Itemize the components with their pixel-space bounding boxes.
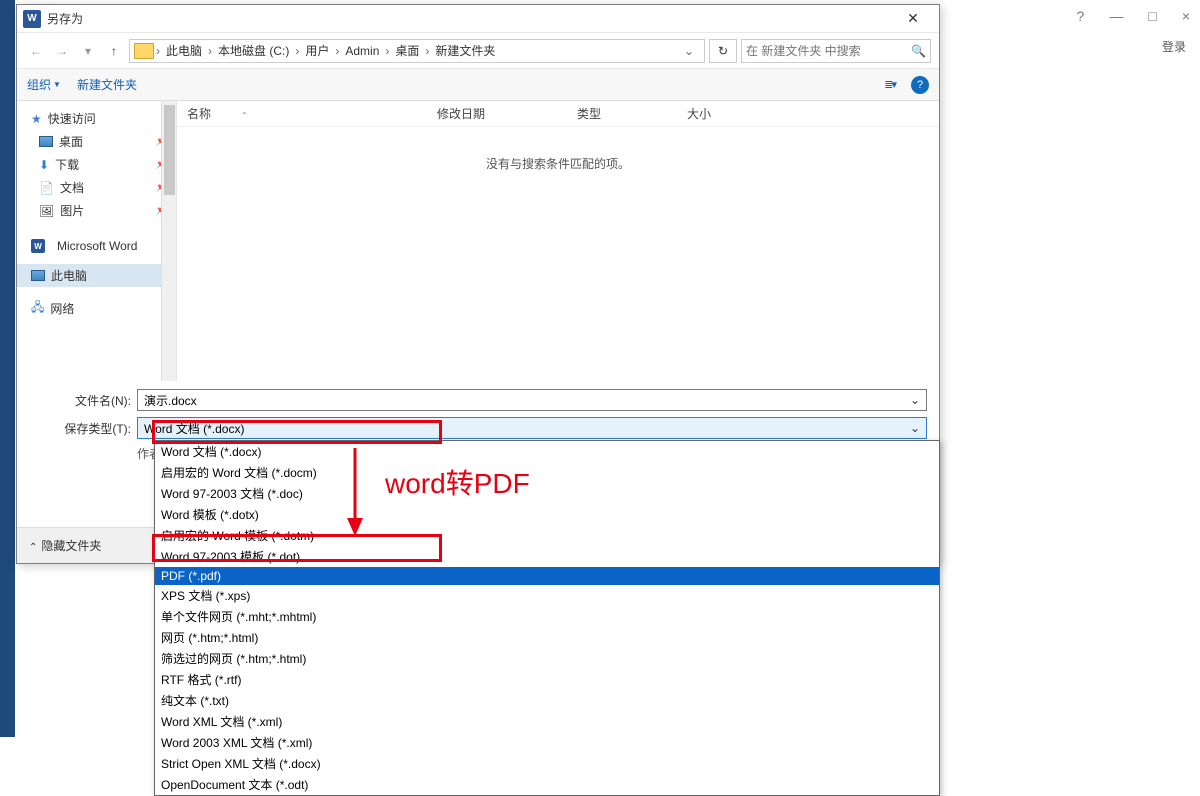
dialog-titlebar: W 另存为 ✕ [17,5,939,33]
filetype-option[interactable]: Word 2003 XML 文档 (*.xml) [155,732,939,753]
nav-recent-button[interactable]: ▾ [77,40,99,62]
col-date[interactable]: 修改日期 [437,105,577,122]
refresh-button[interactable]: ↻ [709,39,737,63]
document-icon: 📄 [39,181,54,195]
filetype-option[interactable]: RTF 格式 (*.rtf) [155,669,939,690]
new-folder-button[interactable]: 新建文件夹 [77,76,137,93]
nav-up-button[interactable]: ↑ [103,40,125,62]
col-size[interactable]: 大小 [687,105,767,122]
scrollbar-thumb[interactable] [164,105,175,195]
annotation-text: word转PDF [385,462,530,502]
network-icon: 🖧 [31,298,44,319]
empty-message: 没有与搜索条件匹配的项。 [177,155,939,172]
minimize-icon[interactable]: — [1109,8,1123,24]
nav-back-button[interactable]: ← [25,40,47,62]
hide-folders-toggle[interactable]: 隐藏文件夹 [29,537,101,554]
star-icon: ★ [31,112,42,126]
filetype-dropdown[interactable]: Word 文档 (*.docx)启用宏的 Word 文档 (*.docm)Wor… [154,440,940,796]
close-icon[interactable]: × [1182,8,1190,24]
breadcrumb-seg[interactable]: 用户 [301,42,333,59]
pictures-icon: 🖼 [39,204,54,218]
filetype-option[interactable]: Word 97-2003 文档 (*.doc) [155,483,939,504]
sidebar-word[interactable]: WMicrosoft Word [17,236,176,256]
pc-icon [31,270,45,281]
organize-menu[interactable]: 组织▼ [27,76,61,93]
filename-input[interactable]: 演示.docx ⌄ [137,389,927,411]
filetype-option[interactable]: 纯文本 (*.txt) [155,690,939,711]
desktop-icon [39,136,53,147]
sidebar-tree: ★快速访问 桌面📌 ⬇下载📌 📄文档📌 🖼图片📌 WMicrosoft Word… [17,101,177,381]
filetype-option[interactable]: XPS 文档 (*.xps) [155,585,939,606]
filetype-option[interactable]: Word 模板 (*.dotx) [155,504,939,525]
sidebar-this-pc[interactable]: 此电脑 [17,264,176,287]
column-headers: 名称⌃ 修改日期 类型 大小 [177,101,939,127]
sidebar-network[interactable]: 🖧网络 [17,295,176,322]
word-help-icon[interactable]: ? [1077,8,1085,24]
col-type[interactable]: 类型 [577,105,687,122]
filetype-option[interactable]: OpenDocument 文本 (*.odt) [155,774,939,795]
filetype-option[interactable]: Word 文档 (*.docx) [155,441,939,462]
filetype-option[interactable]: Strict Open XML 文档 (*.docx) [155,753,939,774]
file-list-area: 名称⌃ 修改日期 类型 大小 没有与搜索条件匹配的项。 [177,101,939,381]
breadcrumb-seg[interactable]: Admin [341,44,383,58]
sidebar-scrollbar[interactable] [161,101,176,381]
sort-arrow-icon: ⌃ [241,111,248,120]
breadcrumb-seg[interactable]: 此电脑 [162,42,206,59]
address-bar: ← → ▾ ↑ › 此电脑 › 本地磁盘 (C:) › 用户 › Admin ›… [17,33,939,69]
help-button[interactable]: ? [911,76,929,94]
filetype-option[interactable]: Word 97-2003 模板 (*.dot) [155,546,939,567]
col-name[interactable]: 名称⌃ [187,105,437,122]
breadcrumb-seg[interactable]: 桌面 [391,42,423,59]
view-menu[interactable]: ≣▾ [884,78,895,91]
sidebar-pictures[interactable]: 🖼图片📌 [17,199,176,222]
chevron-right-icon[interactable]: › [423,44,431,58]
breadcrumb-seg[interactable]: 新建文件夹 [431,42,499,59]
dialog-toolbar: 组织▼ 新建文件夹 ≣▾ ? [17,69,939,101]
download-icon: ⬇ [39,158,49,172]
maximize-icon[interactable]: □ [1148,8,1156,24]
sidebar-downloads[interactable]: ⬇下载📌 [17,153,176,176]
breadcrumb-seg[interactable]: 本地磁盘 (C:) [214,42,293,59]
sidebar-desktop[interactable]: 桌面📌 [17,130,176,153]
breadcrumb[interactable]: › 此电脑 › 本地磁盘 (C:) › 用户 › Admin › 桌面 › 新建… [129,39,705,63]
chevron-right-icon[interactable]: › [333,44,341,58]
chevron-right-icon[interactable]: › [383,44,391,58]
filetype-label: 保存类型(T): [29,420,137,437]
filetype-select[interactable]: Word 文档 (*.docx) ⌄ [137,417,927,439]
login-link[interactable]: 登录 [1162,38,1186,55]
folder-icon [134,43,154,59]
filetype-option[interactable]: 启用宏的 Word 模板 (*.dotm) [155,525,939,546]
sidebar-quick-access[interactable]: ★快速访问 [17,107,176,130]
backstage-options-label[interactable]: 选项 [30,580,56,599]
sidebar-documents[interactable]: 📄文档📌 [17,176,176,199]
word-window-controls: ? — □ × [1077,8,1190,24]
filetype-option[interactable]: Word XML 文档 (*.xml) [155,711,939,732]
word-icon: W [23,10,41,28]
filetype-option[interactable]: 筛选过的网页 (*.htm;*.html) [155,648,939,669]
word-backstage-leftbar [0,0,15,737]
dialog-close-button[interactable]: ✕ [893,10,933,27]
filetype-option[interactable]: 网页 (*.htm;*.html) [155,627,939,648]
search-box[interactable]: 🔍 [741,39,931,63]
search-icon[interactable]: 🔍 [911,44,926,58]
chevron-right-icon[interactable]: › [293,44,301,58]
annotation-arrow [345,448,365,541]
chevron-right-icon[interactable]: › [206,44,214,58]
nav-forward-button: → [51,40,73,62]
breadcrumb-dropdown[interactable]: ⌄ [678,44,700,58]
filename-label: 文件名(N): [29,392,137,409]
chevron-right-icon[interactable]: › [154,44,162,58]
filetype-option[interactable]: 单个文件网页 (*.mht;*.mhtml) [155,606,939,627]
filetype-option[interactable]: PDF (*.pdf) [155,567,939,585]
chevron-down-icon[interactable]: ⌄ [910,393,920,407]
dialog-title: 另存为 [47,10,893,27]
chevron-down-icon[interactable]: ⌄ [910,421,920,435]
search-input[interactable] [746,44,911,58]
word-icon: W [31,239,45,253]
filetype-option[interactable]: 启用宏的 Word 文档 (*.docm) [155,462,939,483]
